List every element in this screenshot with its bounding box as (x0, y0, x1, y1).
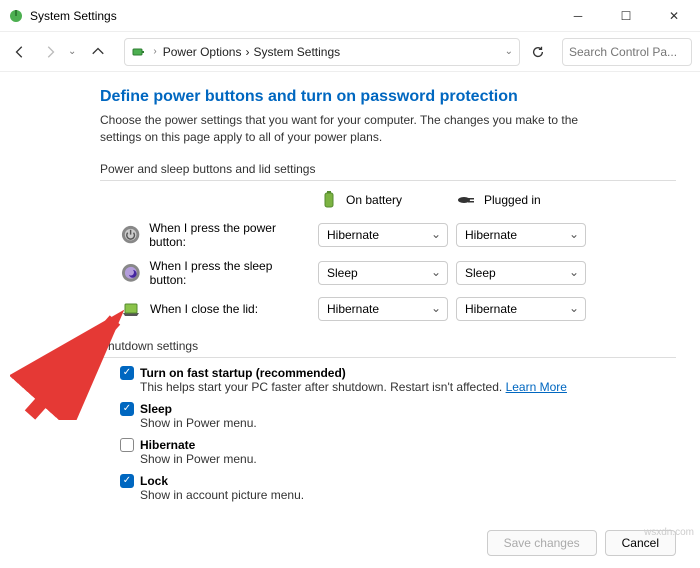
chevron-right-icon: › (153, 46, 156, 57)
power-button-plugged-select[interactable]: Hibernate (456, 223, 586, 247)
lock-label: Lock (140, 474, 168, 488)
laptop-lid-icon (120, 298, 142, 320)
content: Define power buttons and turn on passwor… (100, 88, 676, 502)
row-sleep-button: When I press the sleep button: (120, 259, 310, 287)
window-controls: ─ ☐ ✕ (560, 4, 692, 28)
divider (100, 180, 676, 181)
row-power-button: When I press the power button: (120, 221, 310, 249)
hibernate-checkbox[interactable] (120, 438, 134, 452)
sleep-button-plugged-select[interactable]: Sleep (456, 261, 586, 285)
search-box[interactable] (562, 38, 692, 66)
page-heading: Define power buttons and turn on passwor… (100, 88, 676, 106)
sleep-checkbox[interactable] (120, 402, 134, 416)
sleep-button-battery-select[interactable]: Sleep (318, 261, 448, 285)
breadcrumb: Power Options › System Settings (163, 45, 499, 59)
lock-help: Show in account picture menu. (140, 488, 676, 502)
back-button[interactable] (8, 40, 32, 64)
control-panel-icon (8, 8, 24, 24)
power-button-battery-select[interactable]: Hibernate (318, 223, 448, 247)
save-changes-button[interactable]: Save changes (487, 530, 597, 556)
check-hibernate: Hibernate Show in Power menu. (120, 438, 676, 466)
lock-checkbox[interactable] (120, 474, 134, 488)
page-subtext: Choose the power settings that you want … (100, 112, 620, 146)
column-plugged-in: Plugged in (456, 189, 586, 211)
check-lock: Lock Show in account picture menu. (120, 474, 676, 502)
hibernate-label: Hibernate (140, 438, 195, 452)
chevron-right-icon: › (245, 45, 249, 59)
up-button[interactable] (86, 40, 110, 64)
lid-plugged-select[interactable]: Hibernate (456, 297, 586, 321)
breadcrumb-item-power-options[interactable]: Power Options (163, 45, 242, 59)
shutdown-checks: Turn on fast startup (recommended) This … (120, 366, 676, 502)
sleep-label: Sleep (140, 402, 172, 416)
maximize-button[interactable]: ☐ (608, 4, 644, 28)
divider (100, 357, 676, 358)
chevron-down-icon[interactable]: ⌄ (505, 46, 513, 57)
breadcrumb-item-system-settings[interactable]: System Settings (253, 45, 340, 59)
lid-battery-select[interactable]: Hibernate (318, 297, 448, 321)
window-title: System Settings (30, 9, 560, 23)
battery-icon (318, 189, 340, 211)
fast-startup-help: This helps start your PC faster after sh… (140, 380, 676, 394)
column-on-battery: On battery (318, 189, 448, 211)
search-input[interactable] (569, 45, 685, 59)
hibernate-help: Show in Power menu. (140, 452, 676, 466)
learn-more-link[interactable]: Learn More (506, 380, 567, 394)
section-power-buttons-label: Power and sleep buttons and lid settings (100, 162, 676, 176)
forward-button[interactable] (38, 40, 62, 64)
power-grid: On battery Plugged in When I press the p… (120, 189, 676, 321)
watermark: wsxdn.com (644, 527, 694, 538)
section-shutdown: Shutdown settings Turn on fast startup (… (100, 339, 676, 502)
toolbar: ⌄ › Power Options › System Settings ⌄ (0, 32, 700, 72)
address-bar[interactable]: › Power Options › System Settings ⌄ (124, 38, 520, 66)
fast-startup-label: Turn on fast startup (recommended) (140, 366, 346, 380)
close-button[interactable]: ✕ (656, 4, 692, 28)
power-button-icon (120, 224, 141, 246)
check-sleep: Sleep Show in Power menu. (120, 402, 676, 430)
section-shutdown-label: Shutdown settings (100, 339, 676, 353)
check-fast-startup: Turn on fast startup (recommended) This … (120, 366, 676, 394)
sleep-button-icon (120, 262, 142, 284)
titlebar: System Settings ─ ☐ ✕ (0, 0, 700, 32)
fast-startup-checkbox[interactable] (120, 366, 134, 380)
row-lid: When I close the lid: (120, 298, 310, 320)
minimize-button[interactable]: ─ (560, 4, 596, 28)
sleep-help: Show in Power menu. (140, 416, 676, 430)
recent-dropdown-icon[interactable]: ⌄ (68, 46, 76, 57)
plug-icon (456, 189, 478, 211)
battery-path-icon (131, 44, 147, 60)
refresh-button[interactable] (526, 40, 550, 64)
